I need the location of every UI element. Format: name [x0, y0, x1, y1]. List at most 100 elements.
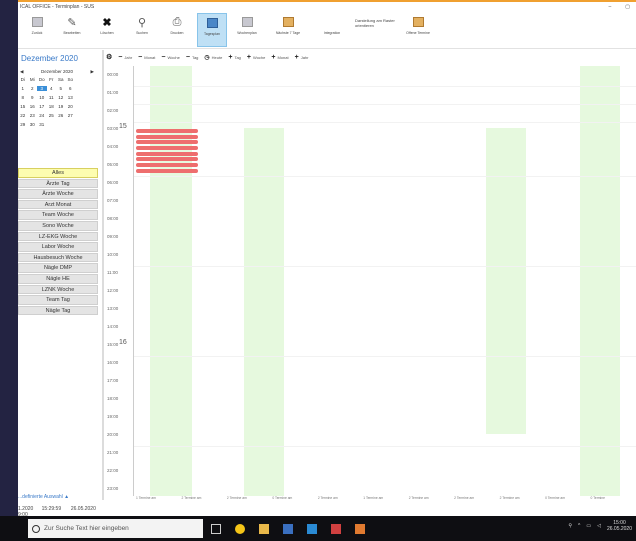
day-plan-button[interactable]: Tagesplan	[197, 13, 227, 47]
chrome-icon[interactable]	[235, 523, 245, 534]
appointment-cluster[interactable]	[136, 129, 198, 175]
next-month-icon[interactable]: ▶	[91, 69, 94, 75]
hour-label: 02:00	[107, 108, 119, 113]
print-button[interactable]: ⎙ Drucken	[162, 13, 192, 47]
printer-icon: ⎙	[172, 15, 182, 28]
defined-selection-link[interactable]: ...definierte Auswahl ▲	[18, 494, 69, 500]
zoom-in-week[interactable]: + Woche	[247, 54, 265, 61]
filter-item[interactable]: Ärzte Woche	[18, 189, 98, 199]
filter-item[interactable]: Nägle HE	[18, 273, 98, 284]
hour-label: 00:00	[107, 72, 119, 77]
prev-month-icon[interactable]: ◀	[20, 69, 23, 75]
window-title: ICAL OFFICE - Terminplan - SUS	[20, 4, 95, 10]
people-icon[interactable]: ⚲	[568, 523, 572, 529]
hour-label: 20:00	[107, 432, 119, 437]
hour-label: 21:00	[107, 450, 119, 455]
settings-icon[interactable]: ⚙	[106, 53, 112, 61]
appointment[interactable]	[136, 151, 198, 156]
next-7-days-button[interactable]: Nächste 7 Tage	[267, 13, 309, 47]
hour-label: 22:00	[107, 468, 119, 473]
appointment[interactable]	[136, 163, 198, 168]
hour-column: 00:00 01:00 02:00 03:00 15 04:00 05:00 06…	[106, 66, 134, 496]
zoom-in-month[interactable]: + Monat	[271, 54, 288, 61]
minimize-icon[interactable]: –	[608, 2, 611, 12]
day-plan-icon	[206, 17, 218, 29]
taskbar-search-input[interactable]: Zur Suche Text hier eingeben	[28, 519, 203, 538]
filter-item[interactable]: Sono Woche	[18, 220, 98, 231]
hour-label: 12:00	[107, 288, 119, 293]
next-days-icon	[282, 16, 294, 28]
network-icon[interactable]: ▭	[586, 523, 591, 529]
mini-calendar-weekdays: Di Mi Do Fr Sa So	[20, 77, 73, 82]
search-button[interactable]: ⚲ Suchen	[127, 13, 157, 47]
back-button[interactable]: Zurück	[22, 13, 52, 47]
maximize-icon[interactable]: ▢	[625, 2, 630, 12]
mini-calendar-week: 123456	[21, 86, 72, 91]
open-appointments-button[interactable]: Offene Termine	[401, 13, 435, 47]
integration-button[interactable]: Integration	[314, 13, 350, 47]
delete-button[interactable]: ✖ Löschen	[92, 13, 122, 47]
clock[interactable]: 15:00 26.05.2020	[607, 520, 632, 532]
filter-item[interactable]: Arzt Monat	[18, 199, 98, 210]
zoom-in-year[interactable]: + Jahr	[295, 54, 309, 61]
filter-list: Alles Ärzte Tag Ärzte Woche Arzt Monat T…	[18, 168, 98, 316]
vscode-icon[interactable]	[307, 523, 317, 534]
edit-button[interactable]: ✎ Bearbeiten	[57, 13, 87, 47]
filter-item[interactable]: LZ-EKG Woche	[18, 231, 98, 242]
appointment[interactable]	[136, 134, 198, 139]
hour-label: 01:00	[107, 90, 119, 95]
free-slot-band	[486, 128, 526, 434]
appointment[interactable]	[136, 146, 198, 151]
hour-label: 14:00	[107, 324, 119, 329]
filter-item[interactable]: Hausbesuch Woche	[18, 252, 98, 263]
schedule-grid[interactable]: 00:00 01:00 02:00 03:00 15 04:00 05:00 06…	[106, 66, 636, 496]
edit-icon: ✎	[67, 16, 77, 29]
filter-item[interactable]: Nägle DMP	[18, 263, 98, 273]
filter-item[interactable]: Team Tag	[18, 295, 98, 305]
app-icon[interactable]	[331, 523, 341, 534]
selected-day[interactable]: 3	[37, 86, 47, 91]
file-explorer-icon[interactable]	[259, 523, 269, 534]
task-view-icon[interactable]	[211, 523, 221, 534]
filter-item[interactable]: Labor Woche	[18, 242, 98, 252]
filter-item[interactable]: Team Woche	[18, 210, 98, 220]
desktop: ICAL OFFICE - Terminplan - SUS – ▢ Zurüc…	[0, 0, 636, 541]
search-icon	[32, 524, 40, 533]
splitter[interactable]	[102, 50, 104, 500]
week-plan-button[interactable]: Wochenplan	[232, 13, 262, 47]
app-icon[interactable]	[283, 523, 293, 534]
hour-label: 03:00 15	[107, 123, 127, 131]
filter-item[interactable]: LZNK Woche	[18, 284, 98, 295]
appointment[interactable]	[136, 129, 198, 133]
taskbar-apps	[211, 523, 365, 534]
week-plan-icon	[241, 16, 253, 28]
zoom-out-day[interactable]: − Tag	[186, 54, 199, 61]
hour-label: 07:00	[107, 198, 119, 203]
close-icon: ✖	[102, 16, 112, 29]
zoom-out-week[interactable]: − Woche	[161, 54, 179, 61]
appointment[interactable]	[136, 157, 198, 162]
appointment[interactable]	[136, 168, 198, 173]
status-bar: 1.2020 15:29:59 26.05.2020 9:00	[18, 506, 96, 516]
mini-calendar-week: 29 30 31	[20, 122, 45, 127]
free-slot-band	[580, 66, 620, 496]
title-bar: ICAL OFFICE - Terminplan - SUS – ▢	[18, 2, 636, 12]
hour-label: 09:00	[107, 234, 119, 239]
speaker-icon[interactable]: ◁	[597, 523, 601, 529]
month-title: Dezember 2020	[21, 54, 78, 63]
filter-all[interactable]: Alles	[18, 168, 98, 178]
app-window: ICAL OFFICE - Terminplan - SUS – ▢ Zurüc…	[18, 0, 636, 516]
hour-label: 18:00	[107, 396, 119, 401]
hour-label: 23:00	[107, 486, 119, 491]
zoom-out-month[interactable]: − Monat	[138, 54, 155, 61]
hour-label: 15:00 16	[107, 339, 127, 347]
zoom-in-day[interactable]: + Tag	[228, 54, 241, 61]
zoom-out-year[interactable]: − Jahr	[118, 54, 132, 61]
grid-orientation-option[interactable]: Darstellung am Raster orientieren	[355, 13, 395, 28]
filter-item[interactable]: Ärzte Tag	[18, 178, 98, 189]
appointment[interactable]	[136, 140, 198, 145]
today-button[interactable]: ◷ Heute	[204, 54, 222, 61]
filter-item[interactable]: Nägle Tag	[18, 305, 98, 316]
app-icon[interactable]	[355, 523, 365, 534]
chevron-up-icon[interactable]: ^	[578, 523, 580, 529]
